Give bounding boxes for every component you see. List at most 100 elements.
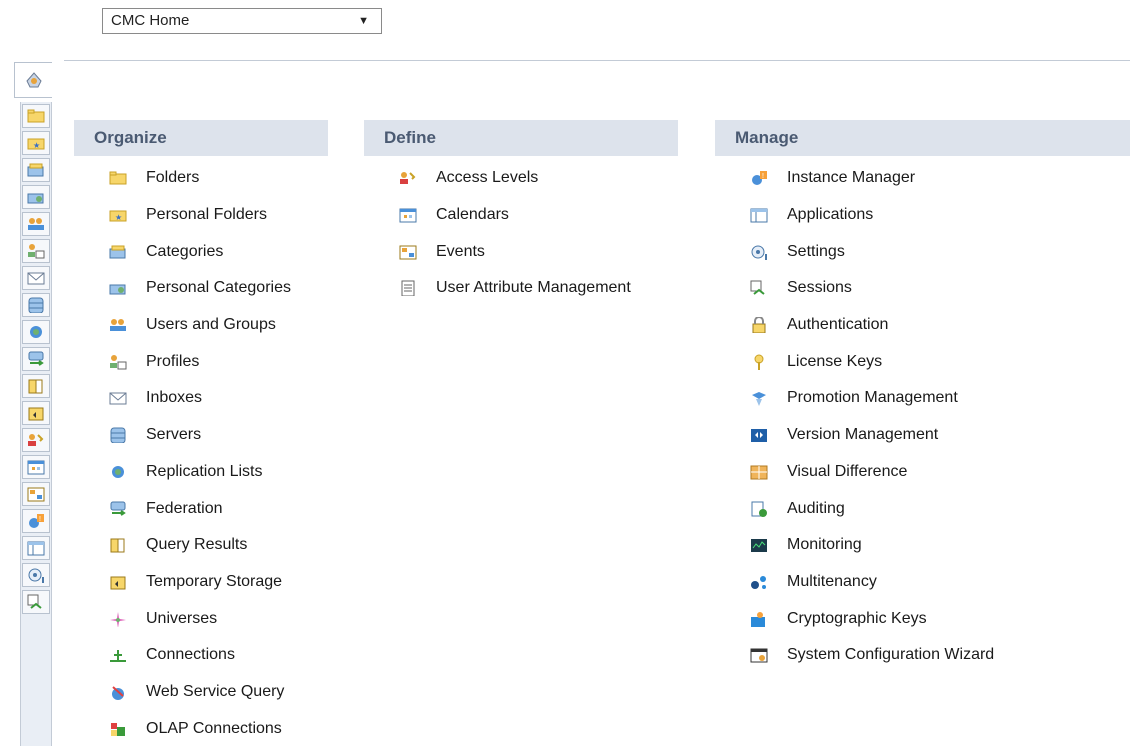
- organize-item-categories[interactable]: Categories: [74, 233, 328, 270]
- item-label: Auditing: [787, 499, 845, 517]
- crypto-keys-icon: [749, 610, 769, 628]
- inbox-icon: [27, 270, 45, 286]
- rail-button-star-folder[interactable]: ★: [22, 131, 50, 155]
- organize-item-replication-lists[interactable]: Replication Lists: [74, 454, 328, 491]
- settings-icon: [749, 243, 769, 261]
- header-divider: [64, 60, 1130, 61]
- organize-item-profiles[interactable]: Profiles: [74, 343, 328, 380]
- folder-icon: [27, 108, 45, 124]
- personal-categories-icon: [27, 189, 45, 205]
- rail-button-instance-manager[interactable]: !: [22, 509, 50, 533]
- item-label: Servers: [146, 426, 202, 444]
- manage-item-sessions[interactable]: Sessions: [715, 270, 1130, 307]
- organize-item-web-service-query[interactable]: Web Service Query: [74, 674, 328, 711]
- organize-item-connections[interactable]: Connections: [74, 637, 328, 674]
- star-folder-icon: ★: [108, 206, 128, 224]
- manage-item-system-configuration-wizard[interactable]: System Configuration Wizard: [715, 637, 1130, 674]
- manage-item-multitenancy[interactable]: Multitenancy: [715, 564, 1130, 601]
- item-label: Federation: [146, 499, 223, 517]
- organize-item-universes[interactable]: Universes: [74, 600, 328, 637]
- rail-button-personal-categories[interactable]: [22, 185, 50, 209]
- organize-item-servers[interactable]: Servers: [74, 417, 328, 454]
- item-label: Version Management: [787, 426, 939, 444]
- web-service-icon: [108, 683, 128, 701]
- item-label: Promotion Management: [787, 389, 958, 407]
- replication-icon: [108, 463, 128, 481]
- organize-item-users-and-groups[interactable]: Users and Groups: [74, 307, 328, 344]
- applications-icon: [749, 206, 769, 224]
- rail-button-federation[interactable]: [22, 347, 50, 371]
- temporary-storage-icon: [108, 573, 128, 591]
- rail-button-applications[interactable]: [22, 536, 50, 560]
- organize-item-olap-connections[interactable]: OLAP Connections: [74, 710, 328, 747]
- servers-icon: [108, 426, 128, 444]
- manage-item-promotion-management[interactable]: Promotion Management: [715, 380, 1130, 417]
- rail-button-temporary-storage[interactable]: [22, 401, 50, 425]
- users-groups-icon: [27, 216, 45, 232]
- manage-item-auditing[interactable]: Auditing: [715, 490, 1130, 527]
- define-item-user-attribute-management[interactable]: User Attribute Management: [364, 270, 678, 307]
- servers-icon: [27, 297, 45, 313]
- home-tab[interactable]: [14, 62, 52, 98]
- events-icon: [398, 243, 418, 261]
- access-levels-icon: [27, 432, 45, 448]
- query-results-icon: [27, 378, 45, 394]
- rail-button-users-groups[interactable]: [22, 212, 50, 236]
- visual-difference-icon: [749, 463, 769, 481]
- define-item-events[interactable]: Events: [364, 233, 678, 270]
- access-levels-icon: [398, 169, 418, 187]
- item-label: Visual Difference: [787, 462, 908, 480]
- cmc-home-select[interactable]: CMC Home ▼: [102, 8, 382, 34]
- define-item-access-levels[interactable]: Access Levels: [364, 160, 678, 197]
- rail-button-replication[interactable]: [22, 320, 50, 344]
- promotion-icon: [749, 389, 769, 407]
- organize-item-personal-folders[interactable]: ★ Personal Folders: [74, 197, 328, 234]
- manage-item-settings[interactable]: Settings: [715, 233, 1130, 270]
- rail-button-query-results[interactable]: [22, 374, 50, 398]
- item-label: Events: [436, 242, 485, 260]
- categories-icon: [108, 243, 128, 261]
- organize-item-temporary-storage[interactable]: Temporary Storage: [74, 564, 328, 601]
- manage-item-monitoring[interactable]: Monitoring: [715, 527, 1130, 564]
- organize-item-personal-categories[interactable]: Personal Categories: [74, 270, 328, 307]
- manage-item-version-management[interactable]: Version Management: [715, 417, 1130, 454]
- key-icon: [749, 353, 769, 371]
- manage-item-license-keys[interactable]: License Keys: [715, 343, 1130, 380]
- applications-icon: [27, 540, 45, 556]
- rail-button-folder[interactable]: [22, 104, 50, 128]
- home-icon: [24, 70, 44, 90]
- rail-button-access-levels[interactable]: [22, 428, 50, 452]
- define-section: Define Access Levels Calendars Events User …: [364, 120, 678, 307]
- rail-button-categories[interactable]: [22, 158, 50, 182]
- organize-item-inboxes[interactable]: Inboxes: [74, 380, 328, 417]
- define-header: Define: [364, 120, 678, 156]
- manage-item-instance-manager[interactable]: ! Instance Manager: [715, 160, 1130, 197]
- organize-item-query-results[interactable]: Query Results: [74, 527, 328, 564]
- sessions-icon: [749, 279, 769, 297]
- rail-button-inbox[interactable]: [22, 266, 50, 290]
- config-wizard-icon: [749, 646, 769, 664]
- organize-item-federation[interactable]: Federation: [74, 490, 328, 527]
- manage-item-applications[interactable]: Applications: [715, 197, 1130, 234]
- organize-section: Organize Folders ★ Personal Folders Categor…: [74, 120, 328, 747]
- star-folder-icon: ★: [27, 135, 45, 151]
- lock-icon: [749, 316, 769, 334]
- rail-button-settings[interactable]: [22, 563, 50, 587]
- define-item-calendars[interactable]: Calendars: [364, 197, 678, 234]
- olap-icon: [108, 720, 128, 738]
- settings-icon: [27, 567, 45, 583]
- federation-icon: [27, 351, 45, 367]
- manage-item-authentication[interactable]: Authentication: [715, 307, 1130, 344]
- rail-button-profiles[interactable]: [22, 239, 50, 263]
- rail-button-sessions[interactable]: [22, 590, 50, 614]
- manage-item-visual-difference[interactable]: Visual Difference: [715, 454, 1130, 491]
- rail-button-events[interactable]: [22, 482, 50, 506]
- rail-button-servers[interactable]: [22, 293, 50, 317]
- manage-item-cryptographic-keys[interactable]: Cryptographic Keys: [715, 600, 1130, 637]
- events-icon: [27, 486, 45, 502]
- rail-button-calendar[interactable]: [22, 455, 50, 479]
- item-label: Settings: [787, 242, 845, 260]
- organize-item-folders[interactable]: Folders: [74, 160, 328, 197]
- item-label: System Configuration Wizard: [787, 646, 995, 664]
- instance-manager-icon: !: [27, 513, 45, 529]
